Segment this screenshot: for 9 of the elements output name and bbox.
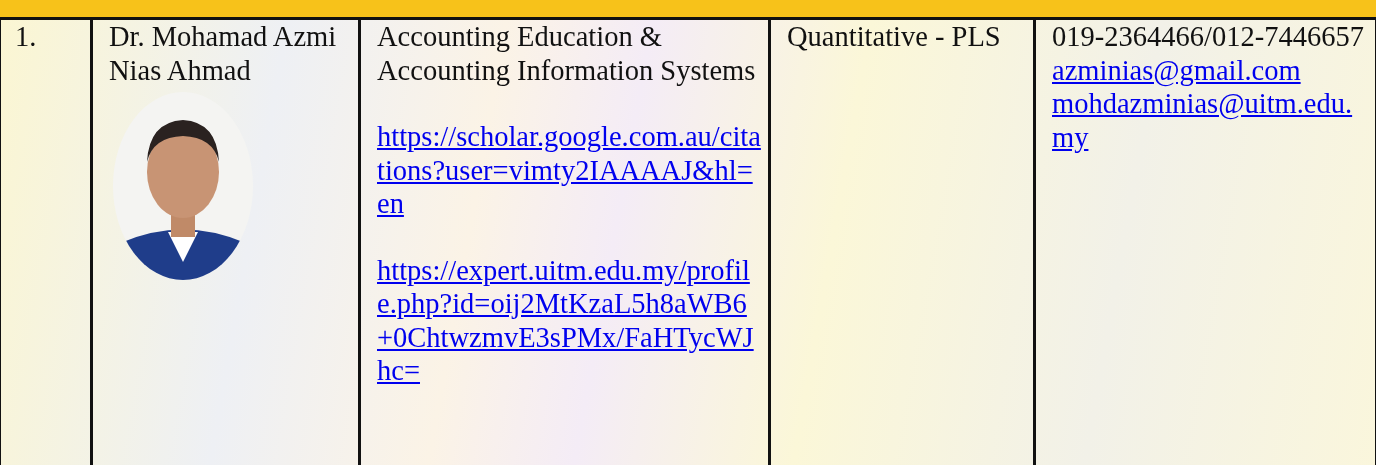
profile-link[interactable]: https://expert.uitm.edu.my/profile.php?id=oij2MtKzaL5h8aWB6+0ChtwzmvE3sPMx/FaHTycWJhc= [377,253,762,388]
person-name: Dr. Mohamad Azmi Nias Ahmad [109,20,338,87]
method-text: Quantitative - PLS [787,20,1002,54]
phone-number: 019-2364466/012-7446657 [1051,20,1365,54]
email-link[interactable]: azminias@gmail.com [1052,53,1369,87]
research-field: Accounting Education & Accounting Information Systems [377,20,762,87]
email-link[interactable]: mohdazminias@uitm.edu.my [1052,87,1369,154]
profile-link[interactable]: https://scholar.google.com.au/citations?user=vimty2IAAAAJ&hl=en [377,120,762,221]
table-cell: 1. [0,20,92,465]
